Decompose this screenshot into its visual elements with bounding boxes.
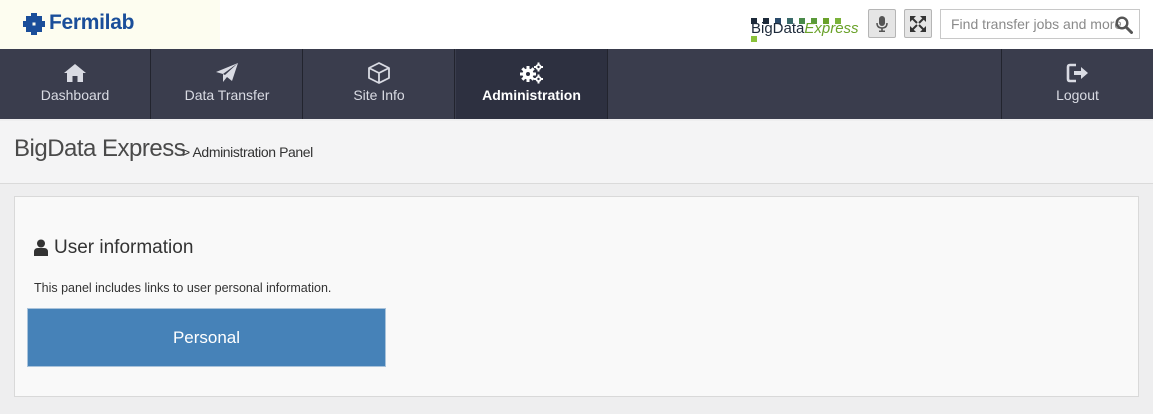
gears-icon <box>519 62 543 84</box>
fermilab-logo[interactable]: Fermilab <box>0 0 220 49</box>
nav-item-label: Administration <box>482 87 581 103</box>
nav-item-label: Data Transfer <box>184 87 270 103</box>
user-icon <box>34 239 48 256</box>
panel-description: This panel includes links to user person… <box>34 281 332 295</box>
microphone-icon <box>876 15 888 32</box>
home-icon <box>64 64 86 82</box>
nav-item-label: Dashboard <box>40 87 110 103</box>
main-nav: Dashboard Data Transfer Site Info Admini… <box>0 49 1153 119</box>
page-title: BigData Express <box>14 135 186 162</box>
cube-icon <box>368 62 390 84</box>
fullscreen-button[interactable] <box>904 9 932 38</box>
search-icon[interactable] <box>1115 16 1133 34</box>
nav-item-label: Site Info <box>353 87 405 103</box>
fermilab-logo-icon <box>23 13 45 35</box>
nav-item-site-info[interactable]: Site Info <box>304 49 455 119</box>
nav-item-logout[interactable]: Logout <box>1001 49 1153 119</box>
nav-item-dashboard[interactable]: Dashboard <box>0 49 151 119</box>
sign-out-icon <box>1066 63 1088 83</box>
expand-arrows-icon <box>910 15 926 32</box>
search-box <box>940 9 1140 39</box>
bigdata-express-logo-dots <box>751 11 855 42</box>
personal-button[interactable]: Personal <box>27 308 386 367</box>
nav-item-data-transfer[interactable]: Data Transfer <box>152 49 303 119</box>
paper-plane-icon <box>216 63 238 82</box>
page-header: BigData Express > Administration Panel <box>0 121 1153 184</box>
user-information-panel: User information This panel includes lin… <box>14 196 1139 397</box>
search-input[interactable] <box>941 10 1121 38</box>
brand-name: Fermilab <box>49 11 135 34</box>
nav-item-label: Logout <box>1056 87 1099 103</box>
bigdata-express-logo: BigDataExpress <box>751 11 859 42</box>
breadcrumb: > Administration Panel <box>182 144 313 160</box>
top-bar: Fermilab BigDataExpress <box>0 0 1153 49</box>
voice-search-button[interactable] <box>868 9 896 38</box>
bigdata-express-logo-text: BigDataExpress <box>751 20 859 37</box>
nav-item-administration[interactable]: Administration <box>456 49 608 119</box>
panel-heading-text: User information <box>54 237 194 258</box>
